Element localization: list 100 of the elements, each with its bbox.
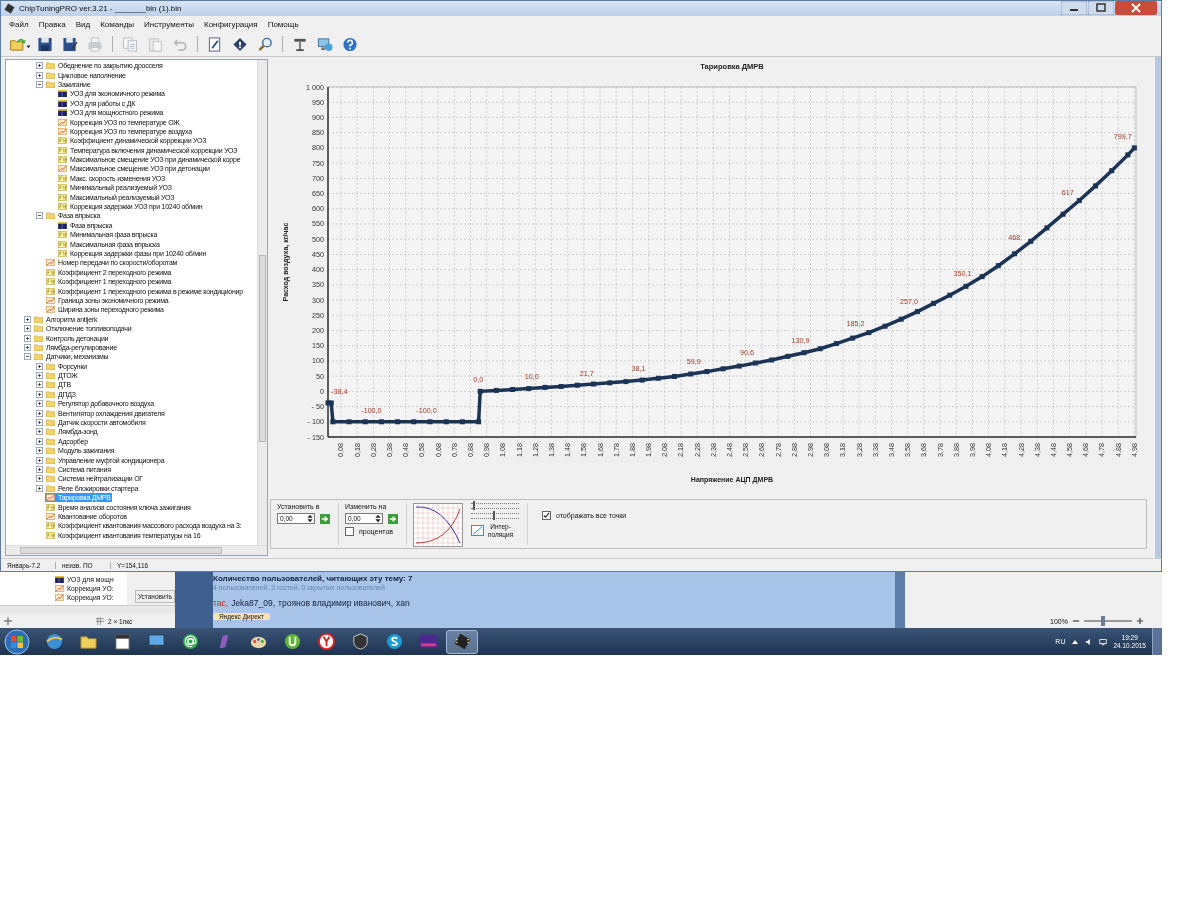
data-point	[1076, 198, 1082, 203]
data-point	[459, 419, 465, 425]
data-point	[1028, 238, 1034, 244]
scrollbar[interactable]	[257, 60, 267, 545]
curve-preview-drawing[interactable]	[413, 503, 463, 547]
expand-toggle[interactable]	[36, 390, 43, 398]
expand-toggle[interactable]	[24, 353, 31, 361]
calendar-icon	[112, 632, 132, 651]
expand-toggle[interactable]	[36, 409, 43, 417]
expand-toggle[interactable]	[36, 80, 43, 88]
slider[interactable]	[471, 503, 519, 509]
spin-arrows-icon[interactable]	[306, 514, 314, 523]
data-point	[672, 373, 677, 379]
data-point	[1093, 183, 1098, 189]
data-point	[427, 419, 433, 425]
menu-item[interactable]: Команды	[100, 19, 135, 29]
maximize-button[interactable]	[1088, 1, 1114, 15]
network-icon[interactable]	[1099, 637, 1108, 646]
menu-item[interactable]: Конфигурация	[204, 19, 258, 29]
data-point	[1060, 211, 1066, 217]
taskbar-button[interactable]	[446, 629, 478, 654]
editor-icon	[418, 632, 438, 651]
curve-icon	[46, 512, 55, 520]
expand-toggle[interactable]	[36, 419, 43, 427]
data-point	[947, 292, 953, 298]
scrollbar[interactable]	[0, 605, 175, 614]
expand-toggle[interactable]	[36, 447, 43, 455]
user-link[interactable]: тас,	[213, 598, 229, 608]
start-button[interactable]	[4, 628, 30, 655]
user-link[interactable]: Jeka87_09,	[231, 598, 276, 608]
window-title: ChipTuningPRO ver.3.21 - _______bin (1).bin	[19, 4, 182, 13]
menu-item[interactable]: Помощь	[267, 19, 299, 29]
expand-toggle[interactable]	[36, 456, 43, 464]
data-point	[362, 419, 368, 425]
constant-icon	[46, 503, 55, 511]
menu-item[interactable]: Вид	[75, 19, 91, 29]
expand-toggle[interactable]	[36, 372, 43, 380]
slider[interactable]	[471, 513, 519, 519]
zoom-out-button[interactable]	[1071, 617, 1080, 625]
expand-toggle[interactable]	[24, 343, 31, 351]
expand-toggle[interactable]	[36, 381, 43, 389]
minimize-button[interactable]	[1061, 1, 1087, 15]
apply-button[interactable]	[388, 513, 398, 524]
data-point	[493, 387, 499, 393]
checkbox[interactable]	[345, 527, 354, 536]
expand-toggle[interactable]	[24, 315, 31, 323]
data-point	[346, 419, 352, 425]
expand-toggle[interactable]	[36, 437, 43, 445]
data-point	[866, 330, 872, 336]
data-point	[963, 283, 969, 289]
curve-icon	[55, 585, 64, 592]
data-point	[1012, 251, 1018, 257]
expand-toggle[interactable]	[24, 334, 31, 342]
constant-icon	[46, 268, 55, 276]
menu-item[interactable]: Правка	[38, 19, 66, 29]
data-point	[931, 300, 937, 306]
menu-item[interactable]: Файл	[9, 19, 29, 29]
expand-toggle[interactable]	[36, 484, 43, 492]
scrollbar[interactable]	[895, 572, 905, 628]
user-link[interactable]: троянов владимир иванович,	[278, 598, 394, 608]
expand-toggle[interactable]	[36, 400, 43, 408]
data-point	[558, 384, 564, 389]
checkbox[interactable]	[542, 511, 551, 520]
expand-toggle[interactable]	[36, 466, 43, 473]
table-icon	[58, 221, 67, 229]
menu-item[interactable]: Инструменты	[144, 19, 194, 29]
data-point	[736, 363, 742, 369]
user-link[interactable]: xan	[396, 598, 410, 608]
expand-toggle[interactable]	[36, 71, 43, 79]
folder-icon	[46, 212, 55, 220]
data-point	[510, 387, 516, 392]
data-point	[526, 386, 532, 392]
expand-toggle[interactable]	[24, 325, 31, 333]
data-point	[607, 380, 613, 386]
data-point	[623, 379, 629, 385]
data-point	[995, 263, 1001, 269]
zoom-in-button[interactable]	[1135, 617, 1144, 625]
constant-icon	[58, 250, 67, 257]
constant-icon	[58, 156, 67, 164]
data-point	[801, 350, 807, 356]
data-point	[639, 377, 645, 383]
expand-toggle[interactable]	[36, 475, 43, 483]
shield-icon	[350, 632, 370, 651]
scrollbar[interactable]	[6, 545, 267, 555]
constant-icon	[58, 174, 67, 182]
expand-toggle[interactable]	[36, 212, 43, 220]
data-point	[769, 357, 775, 363]
data-point	[688, 371, 694, 377]
close-button[interactable]	[1115, 1, 1157, 15]
curve-icon	[46, 306, 55, 314]
data-point	[591, 381, 597, 387]
expand-toggle[interactable]	[36, 362, 43, 370]
spin-arrows-icon[interactable]	[374, 514, 382, 523]
expand-toggle[interactable]	[36, 428, 43, 436]
forum-heading: Количество пользователей, читающих эту тему: 7	[213, 574, 413, 583]
expand-toggle[interactable]	[36, 62, 43, 70]
globe-icon	[44, 632, 64, 651]
apply-button[interactable]	[320, 513, 330, 524]
data-point	[882, 323, 888, 329]
data-point	[898, 316, 904, 322]
